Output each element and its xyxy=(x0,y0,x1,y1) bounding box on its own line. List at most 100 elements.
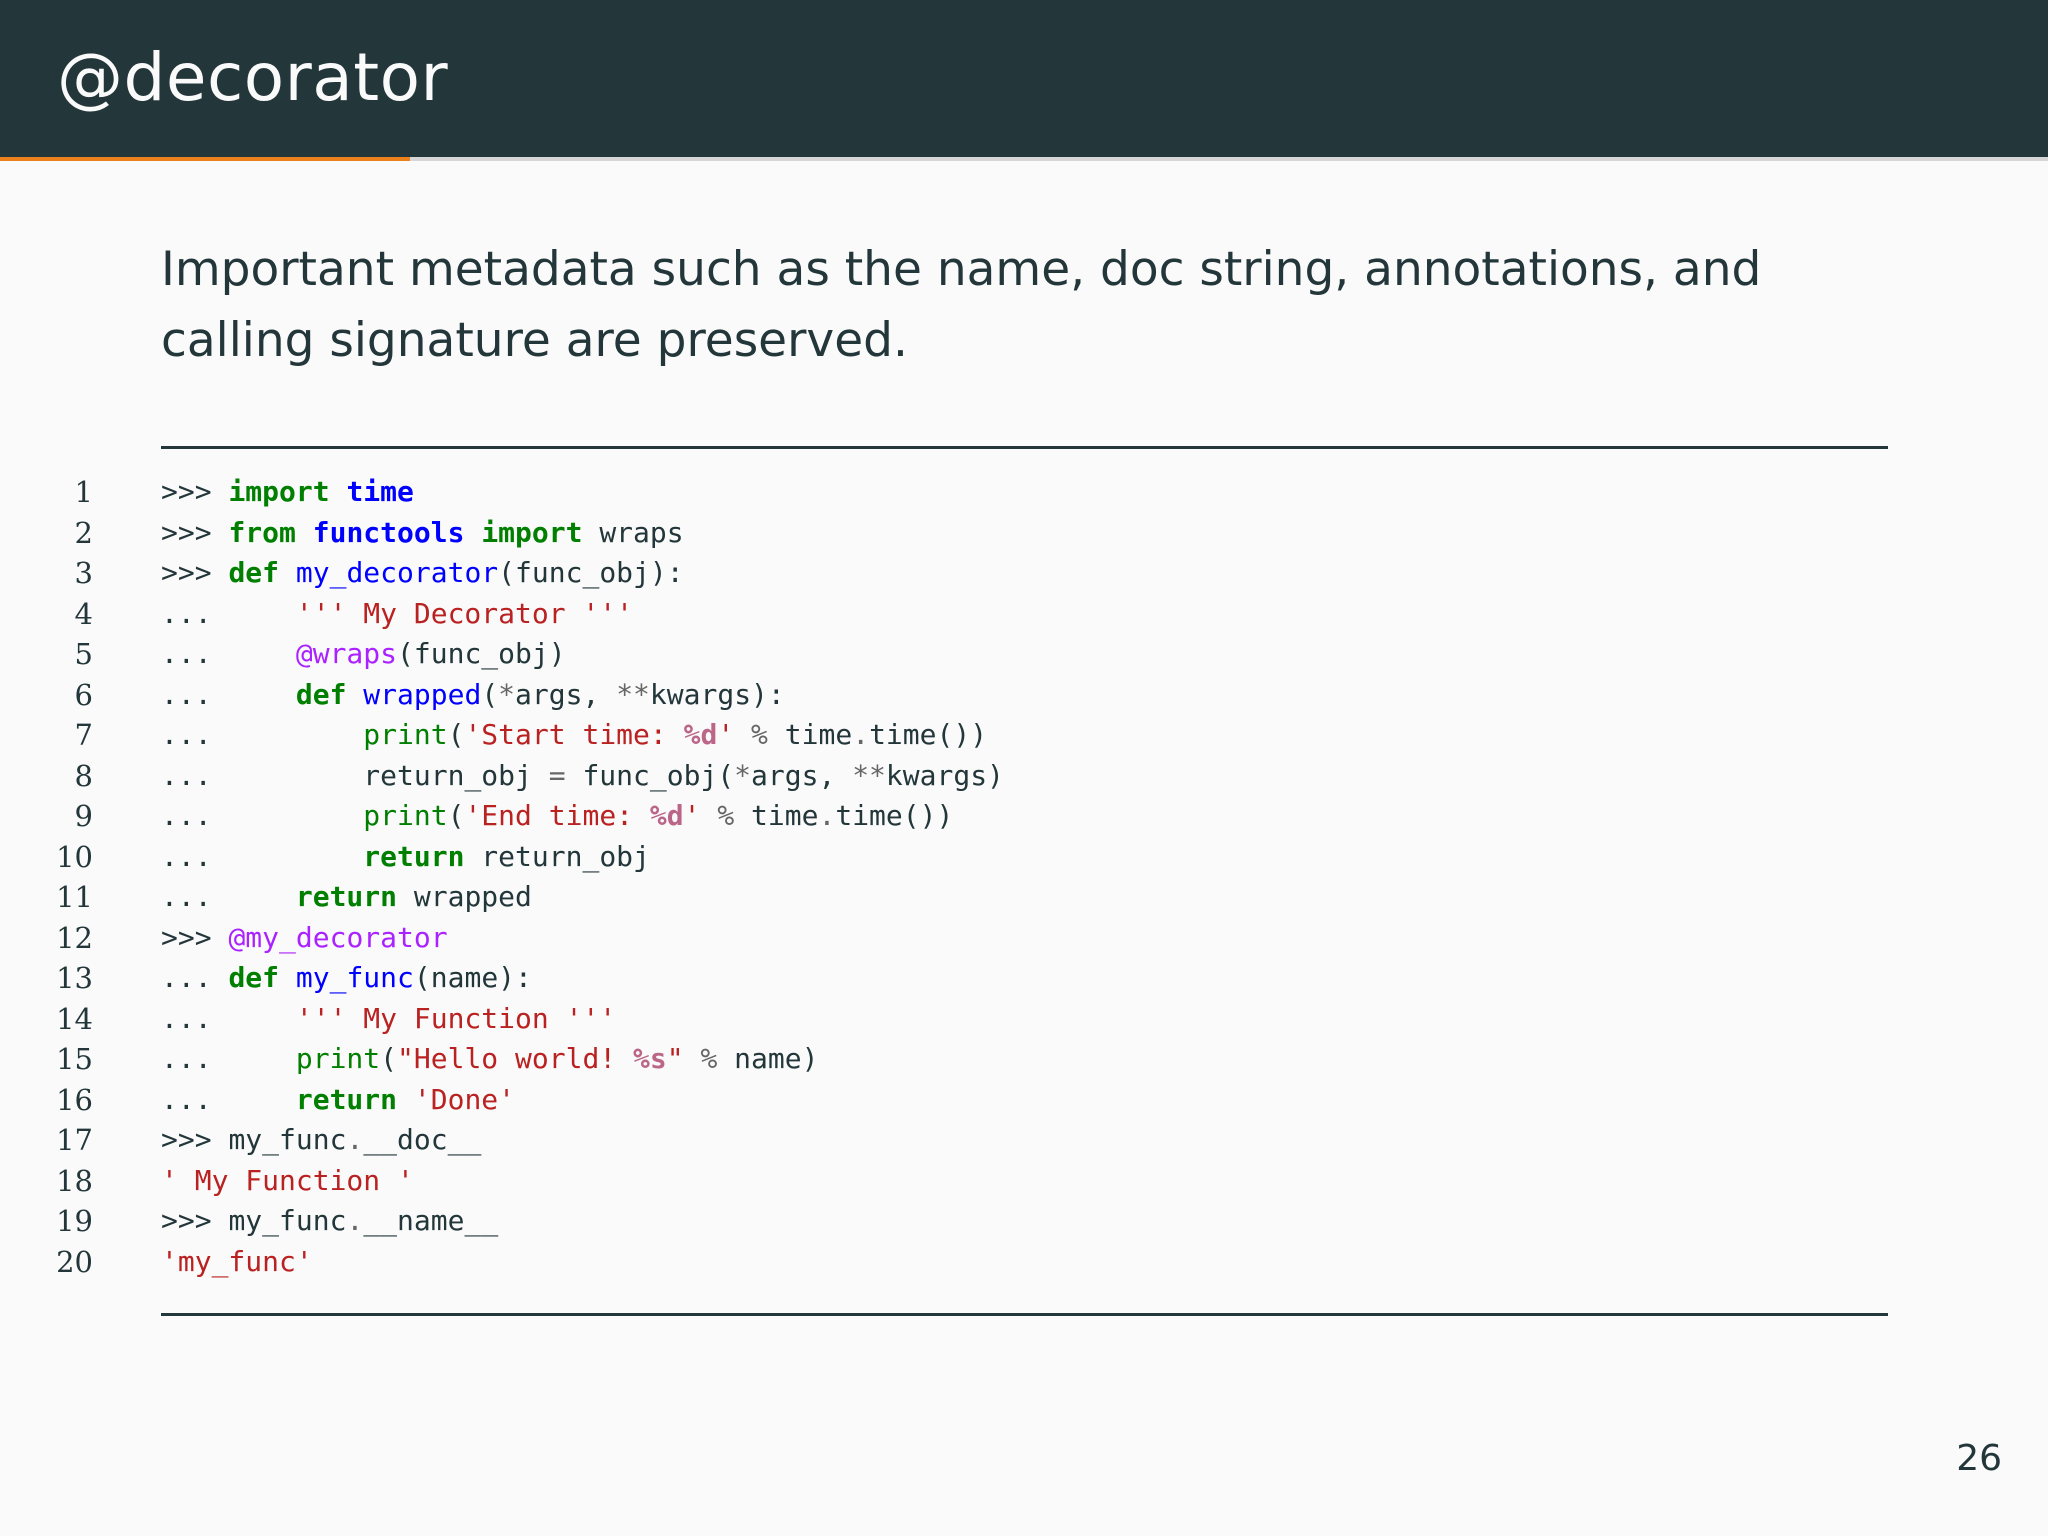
code-token: . xyxy=(852,718,870,751)
code-token: ... xyxy=(161,880,296,913)
line-number: 2 xyxy=(74,515,93,550)
code-token: % xyxy=(751,718,768,751)
code-token: %s xyxy=(633,1042,667,1075)
code-token: 'Done' xyxy=(413,1082,516,1116)
code-token: kwargs): xyxy=(649,677,785,711)
code-token: @my_decorator xyxy=(228,920,448,954)
code-text: ... print('End time: %d' % time.time()) xyxy=(161,796,953,837)
code-token: 'my_func' xyxy=(161,1244,313,1278)
code-token: wrapped xyxy=(363,677,482,711)
line-number: 20 xyxy=(56,1244,93,1279)
code-line: 9... print('End time: %d' % time.time()) xyxy=(0,796,2048,837)
code-line: 8... return_obj = func_obj(*args, **kwar… xyxy=(0,756,2048,797)
code-token: time xyxy=(346,475,414,508)
code-text: ... print('Start time: %d' % time.time()… xyxy=(161,715,987,756)
code-line: 2 >>> from functools import wraps xyxy=(0,513,2048,554)
code-token: ... xyxy=(161,758,364,792)
code-token: ' xyxy=(717,718,735,751)
code-token: (name): xyxy=(413,961,532,994)
code-text: ... return return_obj xyxy=(161,837,650,878)
code-text: ... def my_func(name): xyxy=(161,958,532,999)
code-token: import xyxy=(481,515,583,549)
code-line: 11... return wrapped xyxy=(0,877,2048,918)
code-token: "Hello world! xyxy=(397,1042,634,1075)
code-text: ... ''' My Function ''' xyxy=(161,999,616,1040)
code-token: . xyxy=(346,1123,364,1156)
code-token: * xyxy=(734,758,752,792)
code-text: ... return wrapped xyxy=(161,877,532,918)
code-text: ... return_obj = func_obj(*args, **kwarg… xyxy=(161,756,1004,797)
code-token: wraps xyxy=(582,515,684,549)
code-text: ... @wraps(func_obj) xyxy=(161,634,566,675)
line-number: 6 xyxy=(74,677,93,712)
code-token: my_func xyxy=(295,961,414,994)
code-line: 10 ... return return_obj xyxy=(0,837,2048,878)
code-token: wrapped xyxy=(397,880,532,913)
code-token: ( xyxy=(481,677,499,711)
code-token: def xyxy=(228,556,280,589)
code-token: args, xyxy=(515,677,617,711)
code-line: 17 >>> my_func.__doc__ xyxy=(0,1120,2048,1161)
line-number: 5 xyxy=(74,637,93,671)
code-token: ... xyxy=(161,1082,296,1116)
code-token: def xyxy=(295,677,347,711)
code-line: 4... ''' My Decorator ''' xyxy=(0,594,2048,635)
code-top-rule xyxy=(161,446,1888,449)
slide-title: @decorator xyxy=(57,39,449,116)
code-token: % xyxy=(717,799,735,832)
code-token: my_decorator xyxy=(295,556,499,589)
code-token: " xyxy=(666,1042,684,1075)
code-token: return_obj xyxy=(363,758,549,792)
code-token: print xyxy=(363,799,448,832)
code-token: time xyxy=(767,718,853,751)
code-token: (func_obj) xyxy=(397,637,566,670)
code-line: 16... return 'Done' xyxy=(0,1080,2048,1121)
line-number: 18 xyxy=(56,1163,93,1198)
code-token: __name__ xyxy=(363,1204,499,1237)
code-token: ... xyxy=(161,596,296,630)
code-text: >>> my_func.__doc__ xyxy=(161,1120,481,1161)
code-token: return xyxy=(295,880,398,913)
code-token: ''' My Function ''' xyxy=(295,1001,617,1035)
code-token: % xyxy=(700,1042,718,1075)
progress-bar xyxy=(0,157,2048,161)
code-token: ** xyxy=(616,677,650,711)
code-token: . xyxy=(818,799,836,832)
code-token: ** xyxy=(852,758,886,792)
line-number: 13 xyxy=(56,961,93,995)
line-number: 14 xyxy=(56,1001,93,1036)
code-token: my_func xyxy=(228,1204,347,1237)
code-token: ... xyxy=(161,961,229,994)
code-line: 15 ... print("Hello world! %s" % name) xyxy=(0,1039,2048,1080)
code-bottom-rule xyxy=(161,1313,1888,1316)
code-token: def xyxy=(228,961,280,994)
code-token: __doc__ xyxy=(363,1123,482,1156)
line-number: 1 xyxy=(74,475,93,509)
code-token: func_obj( xyxy=(565,758,735,792)
line-number: 15 xyxy=(56,1042,93,1076)
code-token: ' My Function ' xyxy=(161,1163,414,1197)
code-token: >>> xyxy=(161,920,229,954)
code-text: >>> def my_decorator(func_obj): xyxy=(161,553,684,594)
code-token: my_func xyxy=(228,1123,347,1156)
code-token: ... xyxy=(161,799,364,832)
code-token: %d xyxy=(683,718,718,751)
code-token: >>> xyxy=(161,475,229,508)
code-token: return xyxy=(295,1082,398,1116)
line-number: 17 xyxy=(56,1123,93,1157)
code-token: time()) xyxy=(869,718,988,751)
code-text: ... print("Hello world! %s" % name) xyxy=(161,1039,818,1080)
code-text: ... def wrapped(*args, **kwargs): xyxy=(161,675,785,716)
line-number: 19 xyxy=(56,1204,93,1238)
code-line: 5 ... @wraps(func_obj) xyxy=(0,634,2048,675)
line-number: 10 xyxy=(56,839,93,874)
code-line: 20 'my_func' xyxy=(0,1242,2048,1283)
code-token: ( xyxy=(447,799,465,832)
line-number: 3 xyxy=(74,556,93,590)
